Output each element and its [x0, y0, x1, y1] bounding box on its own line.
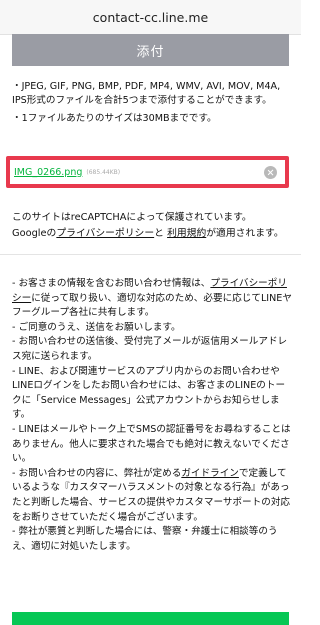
recaptcha-text: このサイトはreCAPTCHAによって保護されています。 [12, 212, 252, 223]
section-divider [0, 254, 301, 255]
info-paragraph: - お問い合わせの内容に、弊社が定めるガイドラインで定義しているような『カスタマ… [12, 467, 291, 523]
note-item: 1ファイルあたりのサイズは30MBまでです。 [12, 112, 292, 126]
terms-link[interactable]: 利用規約 [167, 228, 206, 239]
info-notes: - お客さまの情報を含むお問い合わせ情報は、プライバシーポリシーに従って取り扱い… [12, 277, 292, 554]
info-paragraph: - ご同意のうえ、送信をお願いします。 [12, 321, 181, 333]
attachment-notes: JPEG, GIF, PNG, BMP, PDF, MP4, WMV, AVI,… [12, 80, 292, 131]
file-size: (685.44KB) [86, 168, 121, 176]
attached-file-item: IMG_0266.png (685.44KB) [6, 156, 289, 188]
info-paragraph: - LINE、および関連サービスのアプリ内からのお問い合わせやLINEログインを… [12, 365, 286, 421]
remove-file-icon[interactable] [264, 166, 277, 179]
note-item: JPEG, GIF, PNG, BMP, PDF, MP4, WMV, AVI,… [12, 80, 292, 108]
privacy-policy-link[interactable]: プライバシーポリシー [56, 228, 154, 239]
submit-button[interactable] [12, 612, 289, 625]
file-name-link[interactable]: IMG_0266.png [14, 167, 82, 178]
info-paragraph: - お問い合わせの送信後、受付完了メールが返信用メールアドレス宛に送られます。 [12, 336, 288, 362]
recaptcha-and: と [154, 228, 164, 239]
info-paragraph: - 弊社が悪質と判断した場合には、警察・弁護士に相談等のうえ、適切に対処いたしま… [12, 526, 278, 552]
recaptcha-suffix: が適用されます。 [206, 228, 284, 239]
recaptcha-prefix: Googleの [12, 228, 57, 239]
attach-button-label: 添付 [136, 44, 165, 60]
url-text: contact-cc.line.me [92, 9, 209, 25]
info-paragraph: - お客さまの情報を含むお問い合わせ情報は、プライバシーポリシーに従って取り扱い… [12, 278, 292, 319]
info-paragraph: - LINEはメールやトーク上でSMSの認証番号をお尋ねすることはありません。他… [12, 423, 291, 465]
guideline-link[interactable]: ガイドライン [181, 468, 239, 479]
browser-url-bar[interactable]: contact-cc.line.me [0, 0, 301, 35]
recaptcha-notice: このサイトはreCAPTCHAによって保護されています。 Googleのプライバ… [12, 210, 294, 242]
attach-button[interactable]: 添付 [12, 34, 289, 66]
